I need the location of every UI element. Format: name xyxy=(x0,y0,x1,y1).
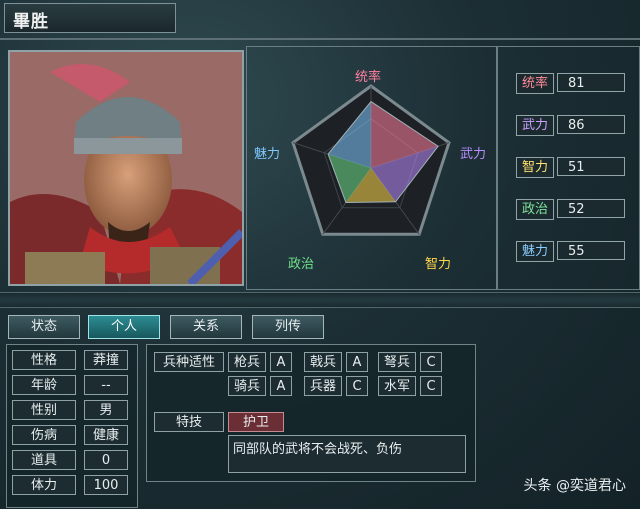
personal-value-personality: 莽撞 xyxy=(84,350,128,370)
stat-label-tongshuai: 统率 xyxy=(516,73,554,94)
ornament-divider xyxy=(0,292,640,308)
personal-value-injury: 健康 xyxy=(84,425,128,445)
aptitude-grade: C xyxy=(346,376,368,396)
radar-label-meili: 魅力 xyxy=(254,147,281,162)
aptitude-grade: A xyxy=(346,352,368,372)
radar-label-tongshuai: 统率 xyxy=(355,70,382,85)
personal-label-gender: 性别 xyxy=(12,400,76,420)
aptitude-name: 水军 xyxy=(378,376,416,396)
personal-value-items: 0 xyxy=(84,450,128,470)
skill-header: 特技 xyxy=(154,412,224,432)
tab-personal[interactable]: 个人 xyxy=(88,315,160,339)
portrait-image xyxy=(10,52,242,284)
aptitude-name: 兵器 xyxy=(304,376,342,396)
aptitude-grade: C xyxy=(420,352,442,372)
aptitude-grade: A xyxy=(270,352,292,372)
personal-label-items: 道具 xyxy=(12,450,76,470)
aptitude-grade: A xyxy=(270,376,292,396)
stat-label-zhili: 智力 xyxy=(516,157,554,178)
aptitude-name: 弩兵 xyxy=(378,352,416,372)
aptitude-header: 兵种适性 xyxy=(154,352,224,372)
stat-label-meili: 魅力 xyxy=(516,241,554,262)
aptitude-name: 枪兵 xyxy=(228,352,266,372)
skill-name: 护卫 xyxy=(228,412,284,432)
personal-label-age: 年龄 xyxy=(12,375,76,395)
character-name: 畢胜 xyxy=(13,12,49,32)
aptitude-name: 戟兵 xyxy=(304,352,342,372)
personal-label-injury: 伤病 xyxy=(12,425,76,445)
personal-label-stamina: 体力 xyxy=(12,475,76,495)
tab-biography[interactable]: 列传 xyxy=(252,315,324,339)
radar-label-zhengzhi: 政治 xyxy=(288,257,315,272)
stat-value-tongshuai: 81 xyxy=(557,73,625,92)
stat-label-wuli: 武力 xyxy=(516,115,554,136)
personal-value-stamina: 100 xyxy=(84,475,128,495)
stat-label-zhengzhi: 政治 xyxy=(516,199,554,220)
radar-label-zhili: 智力 xyxy=(425,257,452,272)
skill-description: 同部队的武将不会战死、负伤 xyxy=(228,435,466,473)
divider xyxy=(0,38,640,40)
radar-label-wuli: 武力 xyxy=(460,147,487,162)
portrait xyxy=(8,50,244,286)
tab-status[interactable]: 状态 xyxy=(8,315,80,339)
name-plate: 畢胜 xyxy=(4,3,176,33)
aptitude-grade: C xyxy=(420,376,442,396)
personal-value-gender: 男 xyxy=(84,400,128,420)
stat-value-zhili: 51 xyxy=(557,157,625,176)
stat-value-wuli: 86 xyxy=(557,115,625,134)
stat-value-meili: 55 xyxy=(557,241,625,260)
personal-value-age: -- xyxy=(84,375,128,395)
stat-value-zhengzhi: 52 xyxy=(557,199,625,218)
personal-label-personality: 性格 xyxy=(12,350,76,370)
aptitude-name: 骑兵 xyxy=(228,376,266,396)
tab-relations[interactable]: 关系 xyxy=(170,315,242,339)
watermark: 头条 @奕道君心 xyxy=(523,478,626,494)
